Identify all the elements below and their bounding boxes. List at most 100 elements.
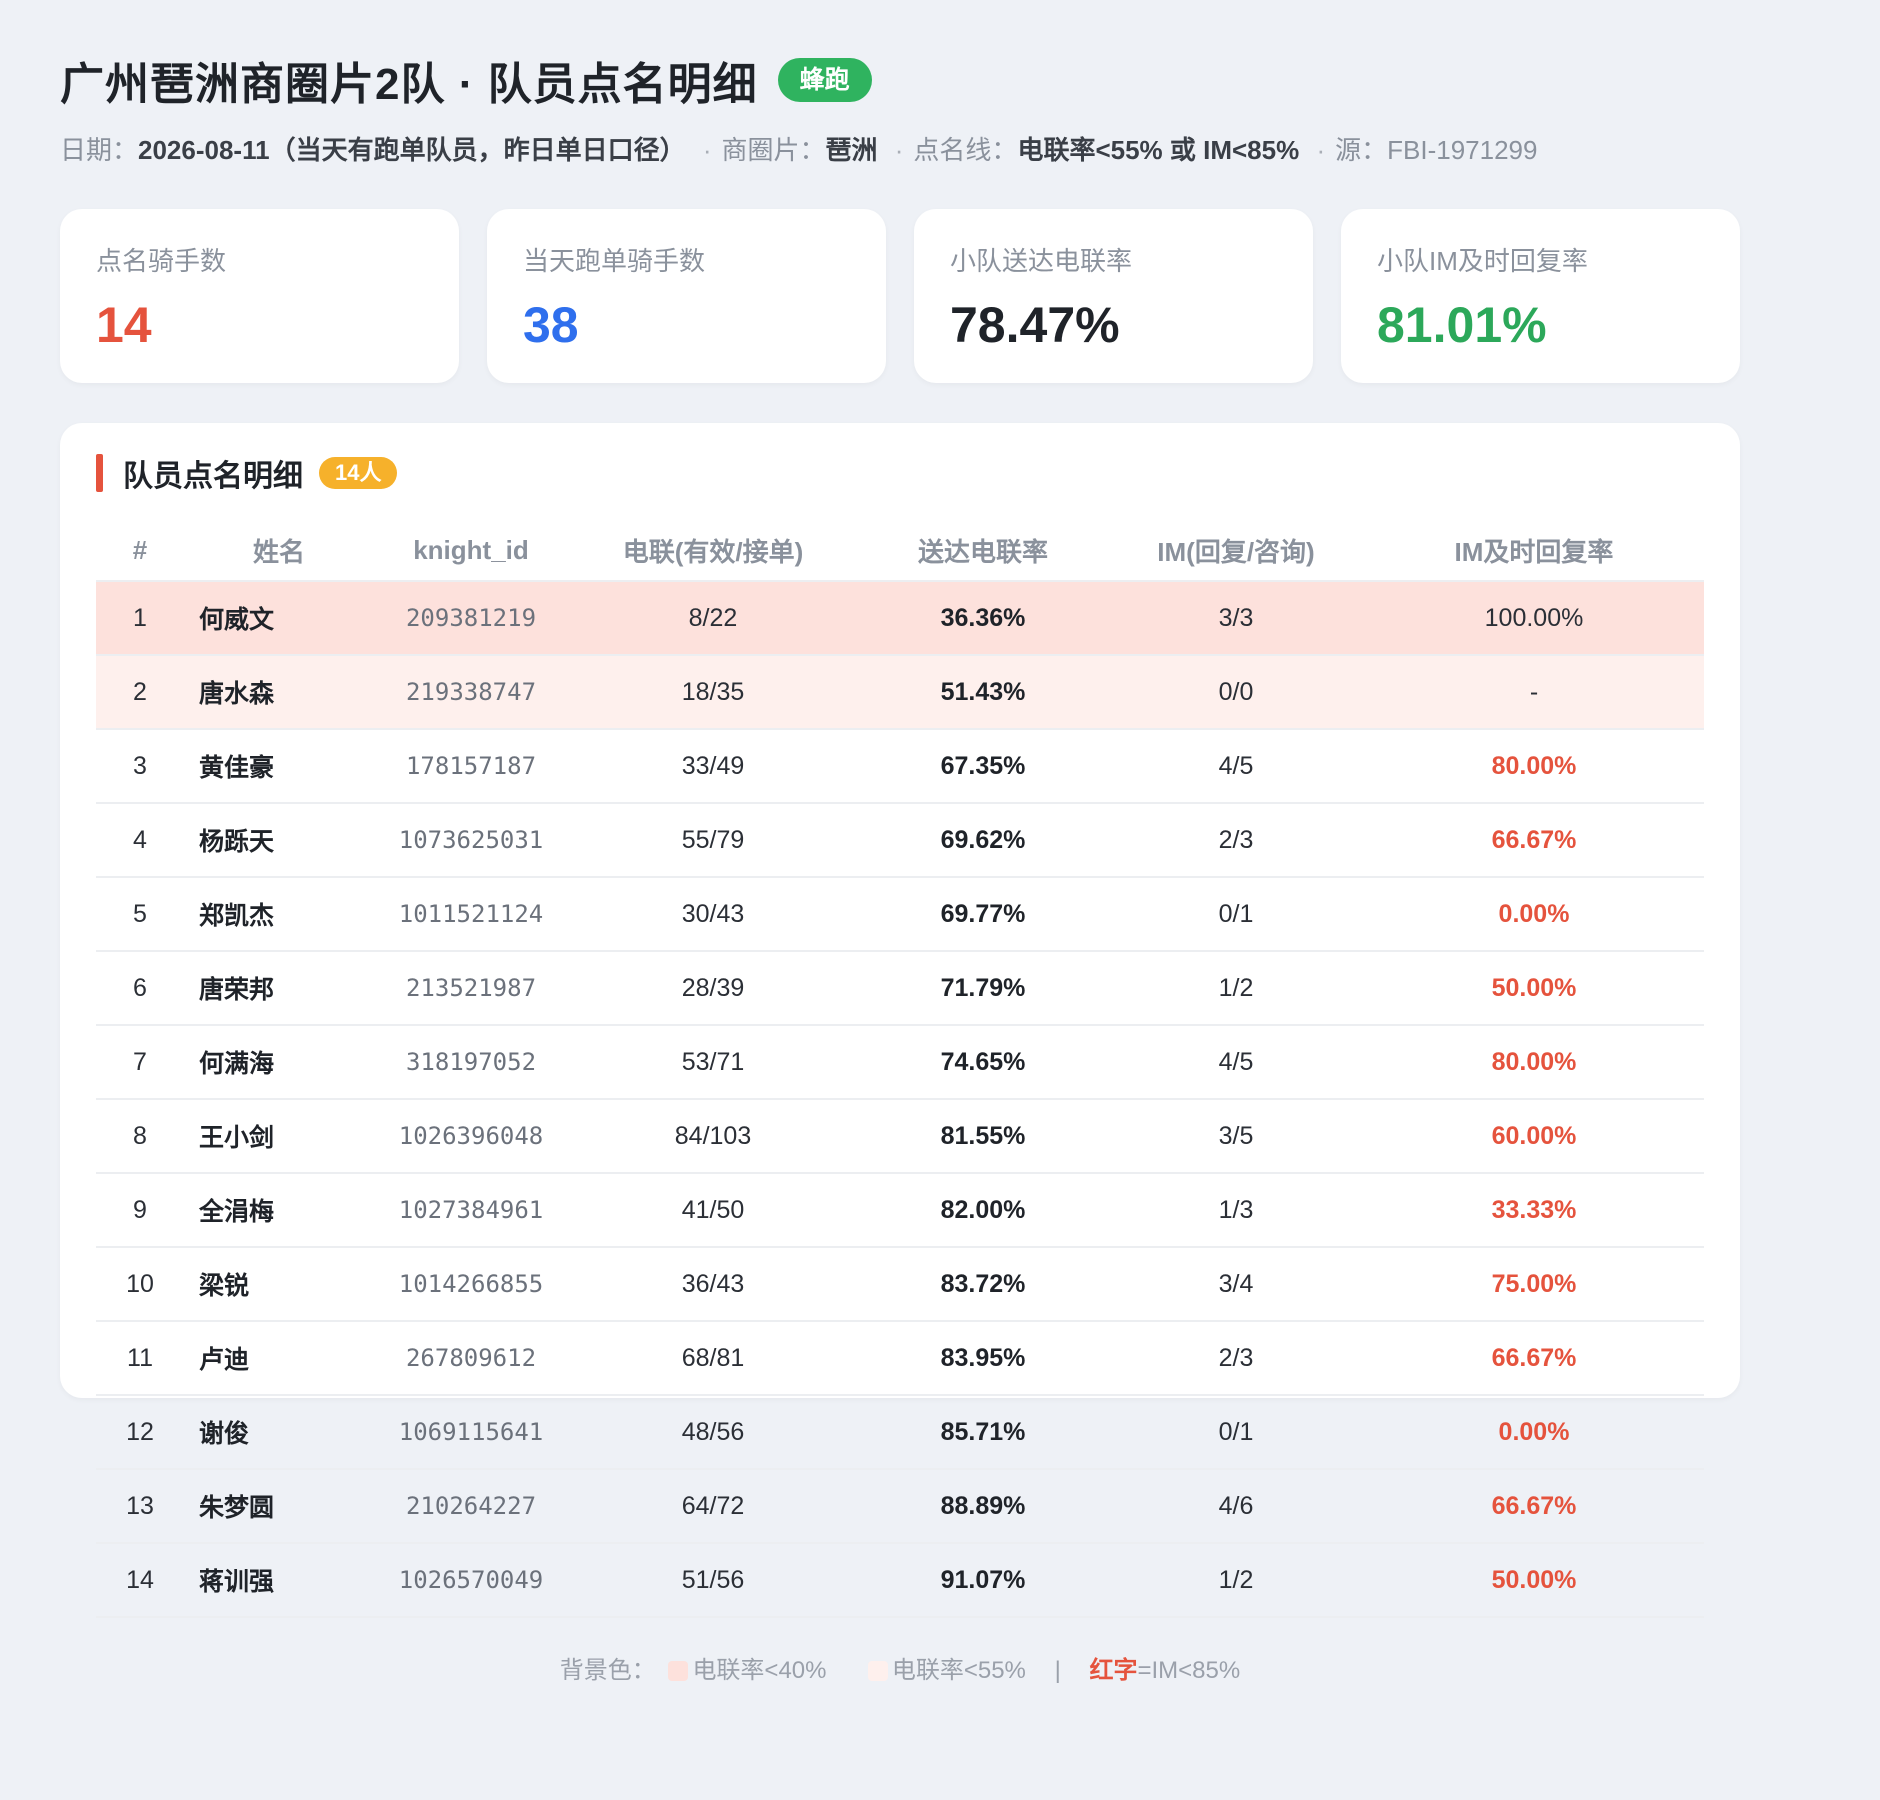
cell-call-rate: 69.62% xyxy=(858,803,1108,878)
cell-im-rate: 75.00% xyxy=(1364,1247,1704,1322)
cell-index: 2 xyxy=(96,655,184,730)
cell-im: 4/5 xyxy=(1108,729,1364,804)
legend-divider: | xyxy=(1054,1657,1061,1684)
count-badge: 14人 xyxy=(319,457,398,489)
cell-index: 7 xyxy=(96,1025,184,1100)
table-row: 3 黄佳豪 178157187 33/49 67.35% 4/5 80.00% xyxy=(96,729,1704,804)
table-row: 10 梁锐 1014266855 36/43 83.72% 3/4 75.00% xyxy=(96,1247,1704,1322)
cell-im: 4/5 xyxy=(1108,1025,1364,1100)
cell-im-rate: 80.00% xyxy=(1364,729,1704,804)
cell-name: 何满海 xyxy=(184,1025,374,1100)
cell-knight-id: 209381219 xyxy=(374,581,568,656)
section-header: 队员点名明细 14人 xyxy=(96,453,1704,493)
legend-red-word: 红字 xyxy=(1089,1657,1138,1684)
col-header-im-rate: IM及时回复率 xyxy=(1364,521,1704,582)
cell-call-rate: 36.36% xyxy=(858,581,1108,656)
legend-red-rule: =IM<85% xyxy=(1137,1657,1241,1684)
cell-call: 68/81 xyxy=(568,1321,858,1396)
table-row: 12 谢俊 1069115641 48/56 85.71% 0/1 0.00% xyxy=(96,1395,1704,1470)
cell-index: 5 xyxy=(96,877,184,952)
table-body: 1 何威文 209381219 8/22 36.36% 3/3 100.00% 2 唐水森 219… xyxy=(96,581,1704,1618)
cell-knight-id: 1026570049 xyxy=(374,1543,568,1618)
area-value: 琶洲 xyxy=(825,135,878,165)
source-label: 源： xyxy=(1335,135,1388,165)
cell-call: 53/71 xyxy=(568,1025,858,1100)
subtitle: 日期：2026-08-11（当天有跑单队员，昨日单日口径） · 商圈片：琶洲 · 点… xyxy=(60,130,1820,167)
cell-im-rate: 66.67% xyxy=(1364,1321,1704,1396)
stat-card-active-riders: 当天跑单骑手数 38 xyxy=(487,209,886,383)
cell-index: 8 xyxy=(96,1099,184,1174)
table-row: 2 唐水森 219338747 18/35 51.43% 0/0- xyxy=(96,655,1704,730)
stat-label: 当天跑单骑手数 xyxy=(523,246,706,276)
line-value: 电联率<55% 或 IM<85% xyxy=(1017,135,1300,165)
cell-call-rate: 91.07% xyxy=(858,1543,1108,1618)
stat-value: 38 xyxy=(523,297,579,353)
roster-card: 队员点名明细 14人 # 姓名 knight_id 电联(有效/接单) 送达电联 xyxy=(60,423,1740,1684)
table-row: 6 唐荣邦 213521987 28/39 71.79% 1/2 50.00% xyxy=(96,951,1704,1026)
cell-knight-id: 178157187 xyxy=(374,729,568,804)
col-header-knight-id: knight_id xyxy=(374,521,568,582)
cell-im: 0/1 xyxy=(1108,877,1364,952)
separator: · xyxy=(894,135,904,165)
page-header: 广州琶洲商圈片2队 · 队员点名明细 蜂跑 xyxy=(60,50,1820,110)
cell-knight-id: 1026396048 xyxy=(374,1099,568,1174)
cell-call: 84/103 xyxy=(568,1099,858,1174)
line-label: 点名线： xyxy=(913,135,1018,165)
cell-im-rate: 50.00% xyxy=(1364,1543,1704,1618)
stat-label: 点名骑手数 xyxy=(96,246,227,276)
cell-call-rate: 74.65% xyxy=(858,1025,1108,1100)
cell-im-rate: 33.33% xyxy=(1364,1173,1704,1248)
area-label: 商圈片： xyxy=(721,135,826,165)
cell-im: 0/0 xyxy=(1108,655,1364,730)
cell-call: 8/22 xyxy=(568,581,858,656)
cell-im: 2/3 xyxy=(1108,1321,1364,1396)
cell-index: 6 xyxy=(96,951,184,1026)
cell-call: 64/72 xyxy=(568,1469,858,1544)
cell-call-rate: 83.95% xyxy=(858,1321,1108,1396)
cell-name: 朱梦圆 xyxy=(184,1469,374,1544)
cell-call-rate: 83.72% xyxy=(858,1247,1108,1322)
cell-knight-id: 1011521124 xyxy=(374,877,568,952)
cell-im-rate: 100.00% xyxy=(1364,581,1704,656)
page-title: 广州琶洲商圈片2队 · 队员点名明细 xyxy=(60,60,758,109)
stats-row: 点名骑手数 14 当天跑单骑手数 38 小队送达电联率 78.47% 小队IM及… xyxy=(60,209,1740,383)
cell-call: 55/79 xyxy=(568,803,858,878)
stat-card-called-riders: 点名骑手数 14 xyxy=(60,209,459,383)
table-row: 11 卢迪 267809612 68/81 83.95% 2/3 66.67% xyxy=(96,1321,1704,1396)
cell-name: 王小剑 xyxy=(184,1099,374,1174)
table-row: 14 蒋训强 1026570049 51/56 91.07% 1/2 50.00% xyxy=(96,1543,1704,1618)
cell-knight-id: 1014266855 xyxy=(374,1247,568,1322)
cell-call: 51/56 xyxy=(568,1543,858,1618)
cell-knight-id: 267809612 xyxy=(374,1321,568,1396)
cell-name: 梁锐 xyxy=(184,1247,374,1322)
cell-call-rate: 81.55% xyxy=(858,1099,1108,1174)
source-value: FBI-1971299 xyxy=(1387,135,1538,165)
roster-table: # 姓名 knight_id 电联(有效/接单) 送达电联率 IM(回复/咨询)… xyxy=(96,521,1704,1618)
stat-label: 小队送达电联率 xyxy=(950,246,1133,276)
legend-swatch-severe xyxy=(668,1661,689,1681)
cell-call-rate: 69.77% xyxy=(858,877,1108,952)
cell-im: 3/4 xyxy=(1108,1247,1364,1322)
cell-name: 卢迪 xyxy=(184,1321,374,1396)
cell-call-rate: 82.00% xyxy=(858,1173,1108,1248)
cell-call-rate: 85.71% xyxy=(858,1395,1108,1470)
cell-im-rate: 0.00% xyxy=(1364,877,1704,952)
cell-name: 蒋训强 xyxy=(184,1543,374,1618)
legend: 背景色： 电联率<40% 电联率<55% | 红字=IM<85% xyxy=(96,1650,1704,1685)
cell-index: 13 xyxy=(96,1469,184,1544)
table-row: 8 王小剑 1026396048 84/103 81.55% 3/5 60.00% xyxy=(96,1099,1704,1174)
cell-name: 杨跞天 xyxy=(184,803,374,878)
col-header-call-rate: 送达电联率 xyxy=(858,521,1108,582)
cell-im: 3/3 xyxy=(1108,581,1364,656)
cell-im: 1/2 xyxy=(1108,1543,1364,1618)
cell-name: 唐荣邦 xyxy=(184,951,374,1026)
cell-index: 14 xyxy=(96,1543,184,1618)
col-header-im: IM(回复/咨询) xyxy=(1108,521,1364,582)
cell-im-rate: - xyxy=(1364,655,1704,730)
stat-value: 78.47% xyxy=(950,297,1120,353)
legend-prefix: 背景色： xyxy=(559,1657,656,1684)
table-row: 5 郑凯杰 1011521124 30/43 69.77% 0/1 0.00% xyxy=(96,877,1704,952)
cell-index: 9 xyxy=(96,1173,184,1248)
cell-name: 谢俊 xyxy=(184,1395,374,1470)
cell-name: 郑凯杰 xyxy=(184,877,374,952)
